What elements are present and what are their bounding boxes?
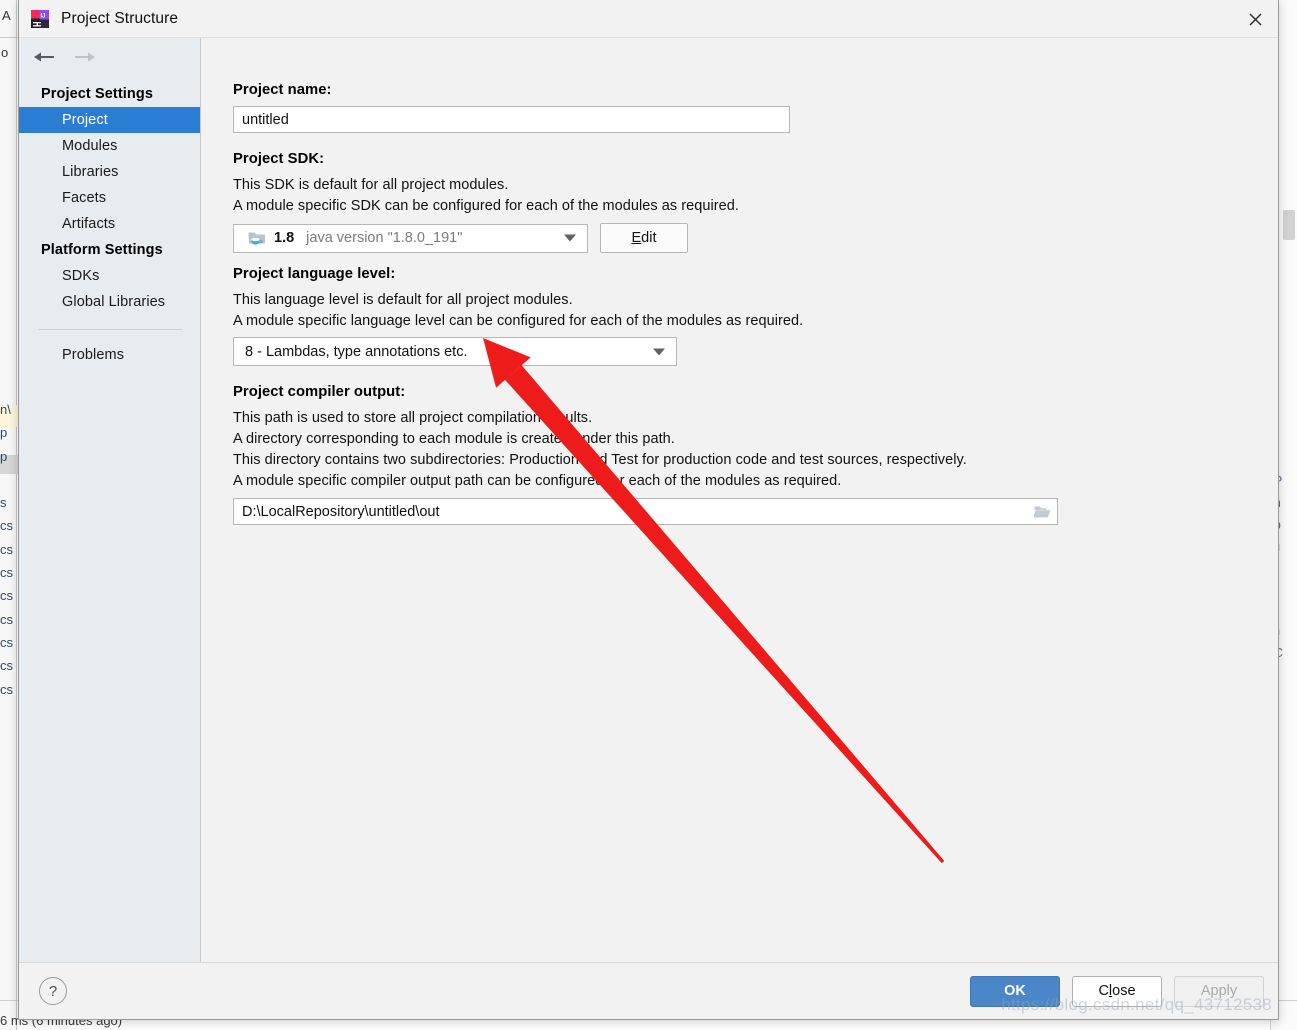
background-side-letter: o xyxy=(1,45,9,60)
arrow-right-icon[interactable] xyxy=(74,47,98,67)
project-compiler-output-desc-line2: A directory corresponding to each module… xyxy=(233,431,675,447)
dialog-titlebar: IJ Project Structure xyxy=(19,0,1278,38)
sidebar-item-artifacts[interactable]: Artifacts xyxy=(19,211,200,237)
project-language-level-desc-line2: A module specific language level can be … xyxy=(233,313,804,329)
project-language-level-desc-line1: This language level is default for all p… xyxy=(233,292,573,308)
question-mark-icon[interactable]: ? xyxy=(39,977,67,1005)
project-sdk-dropdown[interactable]: 1.8 java version "1.8.0_191" xyxy=(233,223,588,253)
sidebar-item-facets[interactable]: Facets xyxy=(19,185,200,211)
edit-sdk-label-rest: dit xyxy=(641,230,657,246)
sidebar-item-list: Project Settings Project Modules Librari… xyxy=(19,76,200,368)
project-sdk-version: java version "1.8.0_191" xyxy=(306,230,463,246)
project-compiler-output-input[interactable]: D:\LocalRepository\untitled\out xyxy=(233,498,1058,525)
ok-button[interactable]: OK xyxy=(970,975,1060,1007)
background-top-letter: A xyxy=(2,8,11,23)
project-compiler-output-desc-line1: This path is used to store all project c… xyxy=(233,410,593,426)
java-sdk-folder-icon xyxy=(248,232,265,245)
project-name-input[interactable]: untitled xyxy=(233,106,790,133)
project-language-level-value: 8 - Lambdas, type annotations etc. xyxy=(245,343,468,360)
project-compiler-output-desc-line4: A module specific compiler output path c… xyxy=(233,473,842,489)
sidebar-item-libraries[interactable]: Libraries xyxy=(19,159,200,185)
project-sdk-label: Project SDK: xyxy=(233,151,325,167)
sidebar-item-problems[interactable]: Problems xyxy=(19,342,200,368)
intellij-idea-icon: IJ xyxy=(31,9,49,28)
edit-sdk-mnemonic: E xyxy=(631,230,642,246)
project-sdk-desc-line1: This SDK is default for all project modu… xyxy=(233,177,509,193)
dialog-title: Project Structure xyxy=(61,9,179,27)
sidebar-group-platform-settings: Platform Settings xyxy=(41,242,163,258)
project-language-level-dropdown[interactable]: 8 - Lambdas, type annotations etc. xyxy=(233,337,677,366)
chevron-down-icon xyxy=(564,234,576,242)
sidebar-item-sdks[interactable]: SDKs xyxy=(19,263,200,289)
sidebar-item-global-libraries[interactable]: Global Libraries xyxy=(19,289,200,315)
folder-open-icon[interactable] xyxy=(1029,505,1055,519)
close-icon[interactable] xyxy=(1232,0,1278,38)
chevron-down-icon xyxy=(653,348,665,355)
sidebar-group-project-settings: Project Settings xyxy=(41,86,153,102)
sidebar-item-project[interactable]: Project xyxy=(19,107,200,133)
sidebar-divider xyxy=(39,329,182,330)
close-button-prefix: C xyxy=(1098,983,1109,999)
background-scrollbar-thumb[interactable] xyxy=(1283,210,1295,240)
arrow-left-icon[interactable] xyxy=(33,47,57,67)
dialog-body: Project Settings Project Modules Librari… xyxy=(19,38,1278,962)
sidebar-navigation-bar xyxy=(19,38,200,76)
project-sdk-desc-line2: A module specific SDK can be configured … xyxy=(233,198,739,214)
project-compiler-output-value: D:\LocalRepository\untitled\out xyxy=(242,503,440,520)
project-name-label: Project name: xyxy=(233,82,332,98)
close-button[interactable]: Cl ose xyxy=(1072,975,1162,1007)
project-name-value: untitled xyxy=(242,111,289,128)
background-left-text: n\ p p s cs cs cs cs cs cs cs cs xyxy=(0,402,13,697)
help-button-label: ? xyxy=(48,982,58,1000)
project-settings-panel: Project name: untitled Project SDK: This… xyxy=(201,38,1278,962)
project-language-level-label: Project language level: xyxy=(233,266,396,282)
close-button-suffix: ose xyxy=(1112,983,1136,999)
edit-sdk-button[interactable]: Edit xyxy=(600,223,688,253)
project-compiler-output-label: Project compiler output: xyxy=(233,384,406,400)
project-compiler-output-desc-line3: This directory contains two subdirectori… xyxy=(233,452,967,468)
svg-text:IJ: IJ xyxy=(41,13,46,19)
dialog-footer: ? OK Cl ose Apply https://blog.csdn.net/q… xyxy=(19,962,1278,1019)
project-sdk-name: 1.8 xyxy=(274,230,295,246)
project-structure-dialog: IJ Project Structure Project Settings Pr… xyxy=(18,0,1279,1020)
apply-button[interactable]: Apply xyxy=(1174,975,1264,1007)
project-sdk-row: 1.8 java version "1.8.0_191" Edit xyxy=(233,223,1278,253)
settings-sidebar: Project Settings Project Modules Librari… xyxy=(19,38,201,962)
sidebar-item-modules[interactable]: Modules xyxy=(19,133,200,159)
